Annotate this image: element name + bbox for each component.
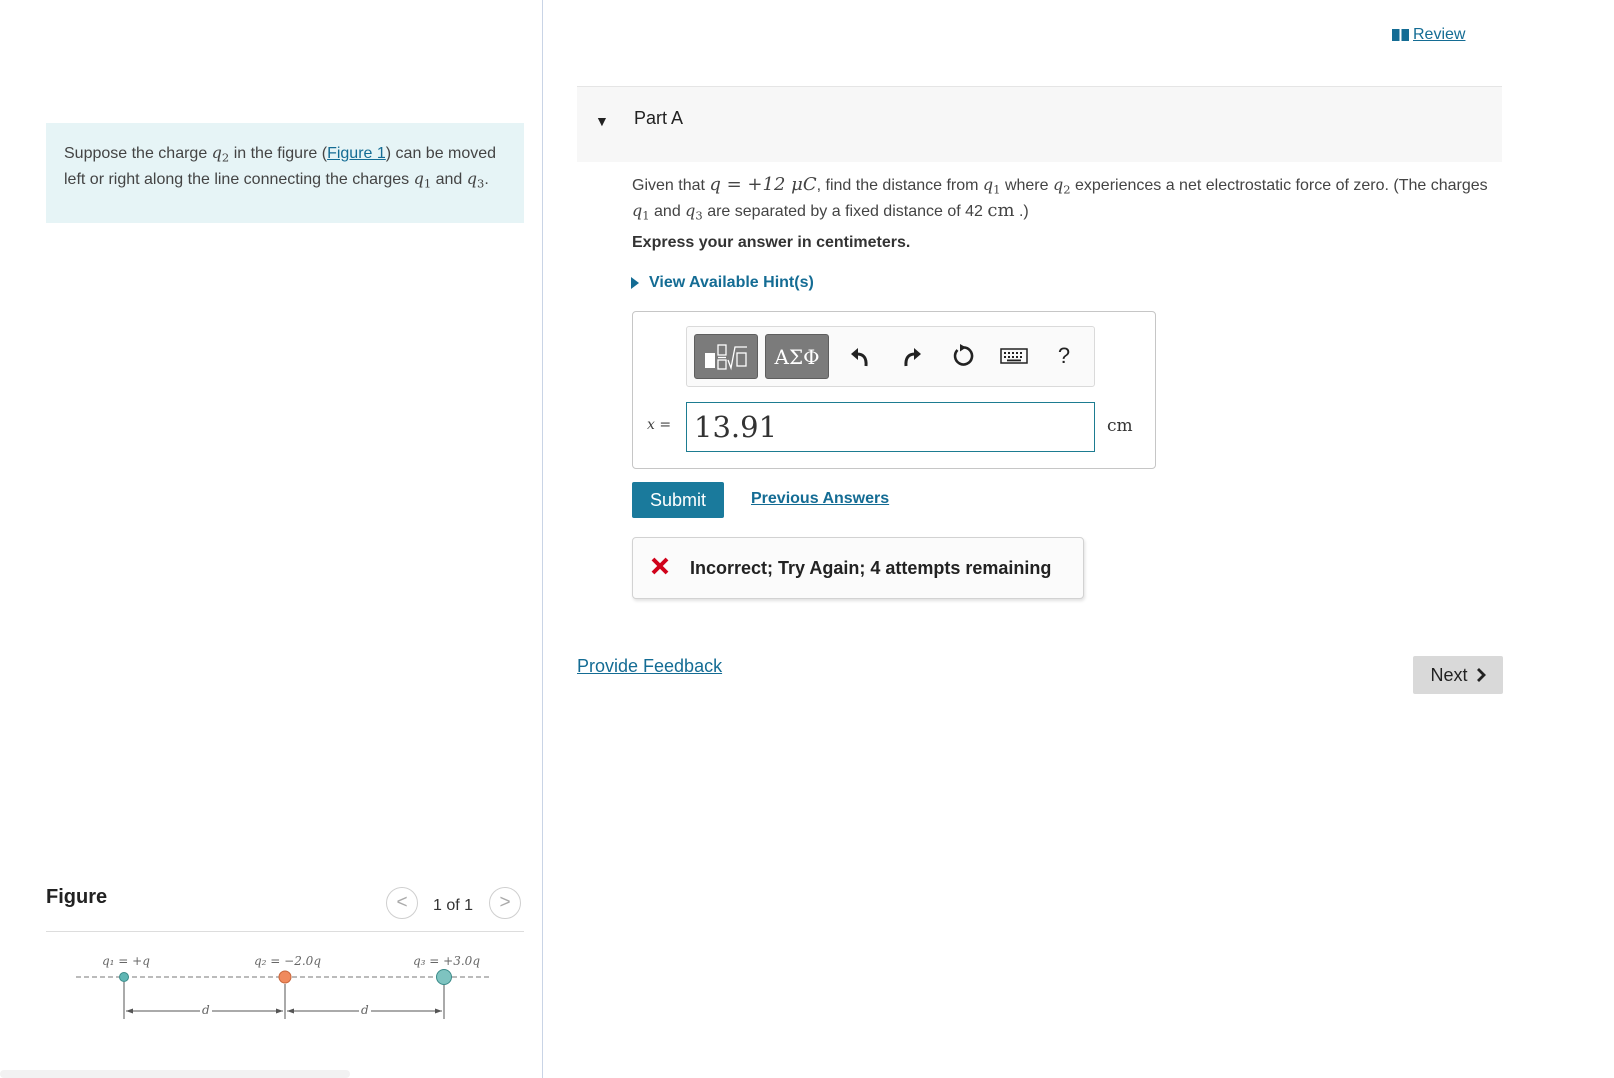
figure-link[interactable]: Figure 1	[327, 145, 386, 162]
problem-intro: Suppose the charge q2 in the figure (Fig…	[46, 123, 524, 223]
redo-icon	[904, 348, 921, 367]
help-button[interactable]: ?	[1049, 341, 1079, 371]
figure-next-button[interactable]: >	[489, 887, 521, 919]
question-text: Given that q = +12 μC, find the distance…	[632, 174, 1507, 227]
question-segment: Given that	[632, 177, 710, 194]
figure-divider	[46, 931, 524, 932]
q3-charge	[436, 969, 452, 985]
keyboard-button[interactable]	[999, 341, 1029, 371]
templates-icon	[705, 343, 747, 370]
next-button[interactable]: Next	[1413, 656, 1503, 694]
caret-right-icon	[631, 277, 639, 289]
question-segment: .)	[1014, 203, 1029, 221]
part-title: Part A	[634, 108, 684, 128]
distance-unit: cm	[987, 200, 1015, 222]
feedback-text: Incorrect; Try Again; 4 attempts remaini…	[690, 558, 1052, 578]
figure-prev-button[interactable]: <	[386, 887, 418, 919]
keyboard-icon	[1000, 348, 1028, 364]
question-segment: are separated by a fixed distance of 42	[702, 203, 988, 221]
math-toolbar: ΑΣΦ ?	[686, 326, 1095, 387]
feedback-message: Incorrect; Try Again; 4 attempts remaini…	[632, 537, 1084, 599]
q2-charge	[278, 970, 292, 984]
question-segment: and	[649, 203, 686, 221]
next-label: Next	[1430, 664, 1468, 685]
q3-var: q3	[685, 201, 703, 223]
charges-diagram: q₁ = +q q₂ = −2.0q q₃ = +3.0q d d	[76, 954, 490, 1019]
question-segment: experiences a net electrostatic force of…	[1070, 177, 1488, 194]
help-icon: ?	[1057, 343, 1071, 368]
view-hints-toggle[interactable]: View Available Hint(s)	[631, 274, 814, 292]
q2-label: q₂ = −2.0q	[254, 954, 321, 968]
answer-box: ΑΣΦ ? x = 13.91 cm	[632, 311, 1156, 469]
q1-var: q1	[632, 201, 650, 223]
intro-text: in the figure (	[229, 145, 328, 162]
figure-heading: Figure	[46, 886, 108, 908]
chevron-left-icon: <	[396, 892, 408, 913]
x-icon	[651, 557, 669, 575]
chevron-right-icon: >	[499, 892, 511, 913]
review-link[interactable]: Review	[1392, 26, 1465, 44]
charge-equation: q = +12 μC	[709, 174, 817, 195]
q1-var: q1	[982, 175, 1001, 197]
pane-divider	[542, 0, 543, 1078]
variable-label: x =	[647, 417, 672, 433]
part-header[interactable]: ▼ Part A	[577, 87, 1502, 162]
intro-text: Suppose the charge	[64, 145, 212, 162]
question-segment: , find the distance from	[816, 177, 983, 194]
q1-label: q₁ = +q	[102, 954, 150, 968]
q2-var: q2	[211, 143, 230, 165]
submit-button[interactable]: Submit	[632, 482, 724, 518]
provide-feedback-link[interactable]: Provide Feedback	[577, 656, 722, 677]
arrowhead	[435, 1008, 442, 1014]
q3-label: q₃ = +3.0q	[413, 954, 480, 968]
intro-text: .	[484, 171, 489, 189]
hints-label: View Available Hint(s)	[649, 274, 814, 291]
q2-var: q2	[1052, 175, 1071, 197]
d-label: d	[361, 1003, 369, 1017]
previous-answers-link[interactable]: Previous Answers	[751, 490, 889, 508]
caret-down-icon: ▼	[595, 113, 609, 129]
book-icon	[1392, 29, 1409, 41]
symbols-button[interactable]: ΑΣΦ	[765, 334, 829, 379]
q1-var: q1	[413, 169, 432, 191]
d-label: d	[202, 1003, 210, 1017]
templates-button[interactable]	[694, 334, 758, 379]
q3-var: q3	[466, 169, 485, 191]
undo-icon	[851, 348, 868, 367]
chevron-right-icon	[1476, 668, 1486, 682]
arrowhead	[276, 1008, 283, 1014]
answer-input[interactable]	[686, 402, 1095, 452]
review-label: Review	[1413, 26, 1466, 43]
unit-label: cm	[1107, 416, 1133, 436]
horizontal-scrollbar[interactable]	[0, 1070, 350, 1078]
left-pane: Suppose the charge q2 in the figure (Fig…	[0, 0, 543, 1078]
undo-button[interactable]	[845, 341, 875, 371]
symbols-label: ΑΣΦ	[774, 344, 820, 369]
figure-counter: 1 of 1	[433, 897, 474, 914]
intro-text: and	[431, 171, 467, 189]
reset-icon	[953, 344, 974, 366]
question-segment: where	[1000, 177, 1053, 194]
arrowhead	[126, 1008, 133, 1014]
arrowhead	[287, 1008, 294, 1014]
q1-charge	[119, 972, 129, 982]
answer-instruction: Express your answer in centimeters.	[632, 234, 911, 251]
reset-button[interactable]	[948, 341, 978, 371]
redo-button[interactable]	[897, 341, 927, 371]
